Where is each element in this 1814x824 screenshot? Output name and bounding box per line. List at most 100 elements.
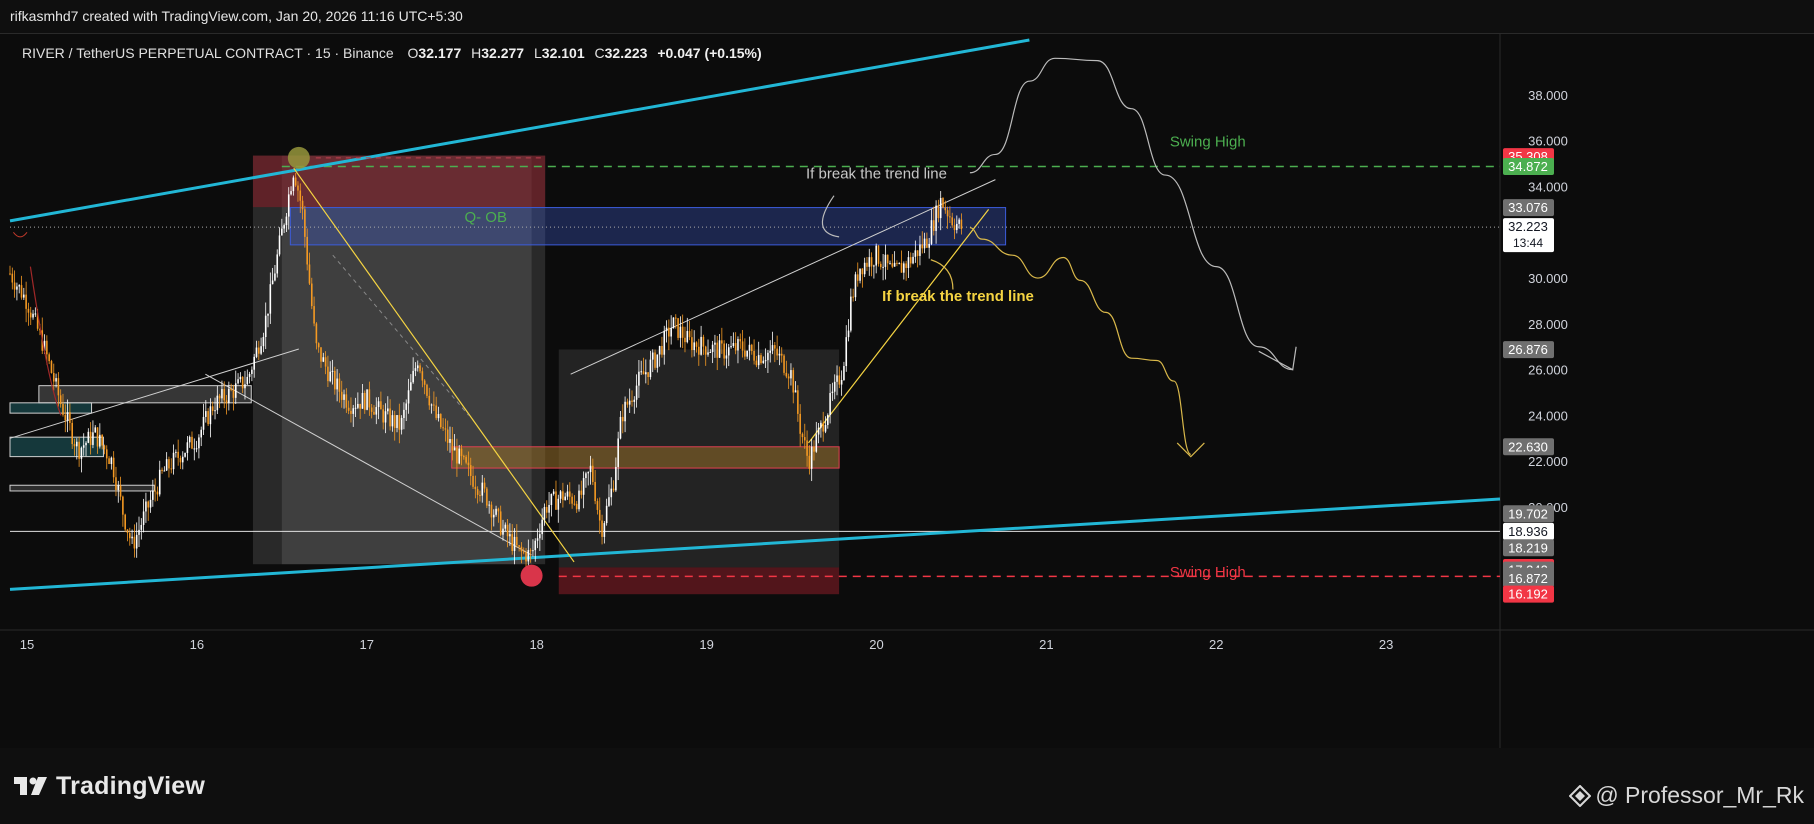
candle-body — [827, 414, 829, 425]
tradingview-logo-text: TradingView — [56, 772, 206, 800]
candle-body — [476, 489, 479, 495]
candle-body — [345, 394, 348, 408]
candle-body — [62, 404, 64, 415]
candle-body — [483, 482, 486, 489]
candle-body — [870, 257, 873, 267]
candle-body — [695, 342, 698, 347]
candle-body — [382, 409, 384, 423]
candle-body — [158, 469, 161, 495]
candle-body — [223, 389, 226, 401]
candle-body — [863, 262, 866, 275]
candle-body — [873, 265, 875, 267]
candle-body — [181, 456, 184, 463]
ohlc-change: +0.047 (+0.15%) — [657, 45, 762, 61]
candle-body — [135, 534, 138, 549]
candle-body — [580, 490, 583, 495]
candle-body — [133, 536, 136, 549]
candle-body — [785, 372, 788, 377]
candle-body — [472, 475, 474, 487]
candle-body — [251, 369, 253, 374]
candle-body — [193, 448, 196, 450]
candle-body — [532, 550, 534, 552]
candle-body — [11, 273, 14, 283]
candle-body — [677, 318, 679, 338]
candle-body — [674, 317, 677, 319]
price-tag: 33.076 — [1503, 199, 1554, 217]
candle-body — [214, 410, 216, 412]
candle-body — [686, 331, 689, 343]
price-tag: 22.630 — [1503, 438, 1554, 456]
candle-body — [306, 236, 308, 265]
candle-body — [172, 452, 175, 470]
candle-body — [304, 209, 306, 237]
y-axis-tick-label: 28.000 — [1528, 317, 1568, 332]
candle-body — [46, 340, 48, 355]
candle-body — [744, 350, 746, 357]
tradingview-logo[interactable]: TradingView — [14, 772, 205, 801]
candle-body — [211, 406, 214, 411]
candle-body — [117, 485, 120, 490]
candle-body — [776, 348, 778, 356]
candle-body — [490, 504, 493, 518]
candle-body — [504, 524, 507, 529]
candle-body — [421, 371, 424, 381]
candle-body — [338, 378, 341, 392]
candle-body — [693, 342, 695, 351]
candle-body — [679, 326, 682, 338]
projection-path-white — [969, 57, 1293, 371]
candle-body — [518, 545, 520, 547]
candle-body — [516, 536, 518, 546]
candle-body — [942, 198, 944, 208]
candle-body — [672, 317, 675, 329]
candle-body — [833, 381, 836, 392]
candle-body — [562, 491, 564, 501]
candle-body — [188, 436, 191, 443]
candle-body — [488, 504, 490, 506]
candle-body — [110, 457, 113, 465]
candle-body — [702, 336, 705, 347]
candle-body — [179, 457, 182, 463]
candle-body — [932, 220, 935, 231]
price-tag: 26.876 — [1503, 341, 1554, 359]
candle-body — [308, 264, 311, 284]
candle-body — [80, 447, 83, 459]
order-block-box — [289, 207, 1007, 246]
candle-body — [499, 511, 502, 535]
y-axis-tick-label: 22.000 — [1528, 454, 1568, 469]
candle-body — [32, 313, 34, 318]
candle-body — [912, 256, 914, 264]
candle-body — [626, 401, 629, 405]
candle-body — [115, 477, 117, 490]
candle-body — [479, 494, 481, 496]
candle-body — [170, 468, 173, 470]
note-pointer-yellow — [930, 259, 954, 290]
candle-body — [126, 529, 129, 533]
candle-body — [949, 216, 951, 218]
x-axis-tick-label: 21 — [1039, 637, 1053, 652]
candle-body — [668, 327, 670, 337]
candle-body — [755, 360, 758, 366]
candle-body — [161, 469, 163, 471]
ohlc-open: O32.177 — [407, 45, 462, 61]
candle-body — [354, 407, 357, 409]
candle-body — [718, 340, 721, 358]
candle-body — [50, 361, 53, 373]
author-watermark: @ Professor_Mr_Rk — [1569, 782, 1804, 809]
candle-body — [628, 400, 631, 405]
candle-body — [391, 415, 394, 427]
price-chart[interactable]: Swing High Swing High If break the trend l… — [0, 33, 1814, 748]
candle-body — [246, 376, 249, 385]
candle-body — [451, 439, 454, 451]
candle-body — [582, 478, 585, 495]
candle-body — [707, 352, 709, 355]
diamond-icon — [1569, 784, 1592, 807]
candle-body — [290, 191, 292, 195]
candle-body — [566, 491, 569, 497]
symbol-legend[interactable]: RIVER / TetherUS PERPETUAL CONTRACT · 15… — [22, 45, 762, 61]
candle-body — [527, 550, 530, 562]
candle-body — [764, 360, 767, 362]
candle-body — [481, 482, 484, 496]
annotation-label: Q- OB — [464, 209, 507, 226]
candle-body — [433, 404, 435, 406]
candle-body — [416, 365, 419, 369]
